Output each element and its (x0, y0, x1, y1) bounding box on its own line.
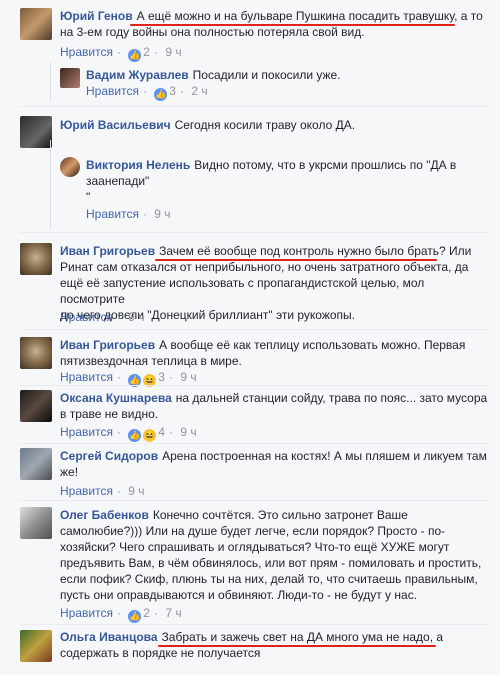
like-reaction-icon[interactable]: 👍 (128, 49, 142, 62)
timestamp[interactable]: 7 ч (165, 606, 181, 620)
avatar[interactable] (60, 157, 80, 177)
comment-text: Видно потому, что в укрсми прошлись по "… (194, 158, 457, 172)
like-button[interactable]: Нравится (60, 425, 113, 439)
like-reaction-icon[interactable]: 👍 (154, 88, 168, 101)
avatar[interactable] (20, 630, 52, 662)
timestamp[interactable]: 9 ч (165, 45, 181, 59)
comment-text: Ринат сам отказался от неприбыльного, но… (60, 260, 469, 274)
author-name[interactable]: Ольга Иванцова (60, 630, 158, 644)
comment-text: пусть они оправдываются и обвиняют. Люди… (60, 588, 418, 602)
reaction-count[interactable]: 3 (158, 370, 165, 384)
avatar[interactable] (20, 8, 52, 40)
avatar[interactable] (60, 68, 80, 88)
comment-text: предъявить Вам, в чём обвинялось, или во… (60, 556, 482, 570)
comment-text: содержать в порядке не получается (60, 646, 261, 660)
author-name[interactable]: Юрий Васильевич (60, 118, 171, 132)
like-button[interactable]: Нравится (86, 84, 139, 98)
reaction-count[interactable]: 2 (143, 606, 150, 620)
author-name[interactable]: Виктория Нелень (86, 158, 190, 172)
like-button[interactable]: Нравится (60, 484, 113, 498)
avatar[interactable] (20, 337, 52, 369)
timestamp[interactable]: 9 ч (128, 310, 144, 324)
like-button[interactable]: Нравится (60, 370, 113, 384)
avatar[interactable] (20, 448, 52, 480)
comment-text: Сегодня косили траву около ДА. (174, 118, 356, 132)
timestamp[interactable]: 9 ч (180, 425, 196, 439)
like-button[interactable]: Нравится (60, 310, 113, 324)
like-button[interactable]: Нравится (60, 606, 113, 620)
comment-text: А ещё можно и на бульваре Пушкина посади… (136, 9, 483, 23)
comment-text: Арена построенная на костях! А мы пляшем… (162, 449, 487, 463)
author-name[interactable]: Сергей Сидоров (60, 449, 158, 463)
author-name[interactable]: Юрий Генов (60, 9, 133, 23)
avatar[interactable] (20, 507, 52, 539)
author-name[interactable]: Иван Григорьев (60, 338, 155, 352)
comment-text: пятизвездочная теплица в мире. (60, 354, 242, 368)
comment-text: самолюбие?))) Или на душе будет легче, е… (60, 524, 446, 538)
author-name[interactable]: Олег Бабенков (60, 508, 149, 522)
author-name[interactable]: Иван Григорьев (60, 244, 155, 258)
comment-text: Забрать и зажечь свет на ДА много ума не… (161, 630, 444, 644)
reaction-count[interactable]: 3 (169, 84, 176, 98)
timestamp[interactable]: 9 ч (128, 484, 144, 498)
haha-reaction-icon[interactable]: 😆 (143, 429, 157, 442)
author-name[interactable]: Вадим Журавлев (86, 68, 189, 82)
avatar[interactable] (20, 390, 52, 422)
comment-text: А вообще её как теплицу использовать мож… (159, 338, 466, 352)
comment-text: же! (60, 465, 79, 479)
comment-text: Посадили и покосили уже. (192, 68, 341, 82)
like-reaction-icon[interactable]: 👍 (128, 610, 142, 623)
timestamp[interactable]: 2 ч (191, 84, 207, 98)
comment-text: если пофик? Скиф, плюнь ты на них, делай… (60, 572, 478, 586)
author-name[interactable]: Оксана Кушнарева (60, 391, 172, 405)
comment-text: на дальней станции сойду, трава по пояс.… (175, 391, 488, 405)
timestamp[interactable]: 9 ч (180, 370, 196, 384)
comment-text: Зачем её вообще под контроль нужно было … (159, 244, 472, 258)
reaction-count[interactable]: 4 (158, 425, 165, 439)
comment-text: Конечно сочтётся. Это сильно затронет Ва… (152, 508, 408, 522)
comment-text: " (86, 190, 91, 204)
timestamp[interactable]: 9 ч (154, 207, 170, 221)
comment-text: на 3-ем году войны она полностью потерял… (60, 25, 365, 39)
like-button[interactable]: Нравится (60, 45, 113, 59)
comment-text: ещё её запустение использовать с пропага… (60, 276, 425, 306)
comment-text: в траве не видно. (60, 407, 159, 421)
avatar[interactable] (20, 243, 52, 275)
like-reaction-icon[interactable]: 👍 (128, 429, 142, 442)
comment-text: заанепади" (86, 174, 150, 188)
avatar[interactable] (20, 116, 52, 148)
like-button[interactable]: Нравится (86, 207, 139, 221)
reaction-count[interactable]: 2 (143, 45, 150, 59)
comment-text: хозяйски? Чего спрашивать и оглядываться… (60, 540, 450, 554)
